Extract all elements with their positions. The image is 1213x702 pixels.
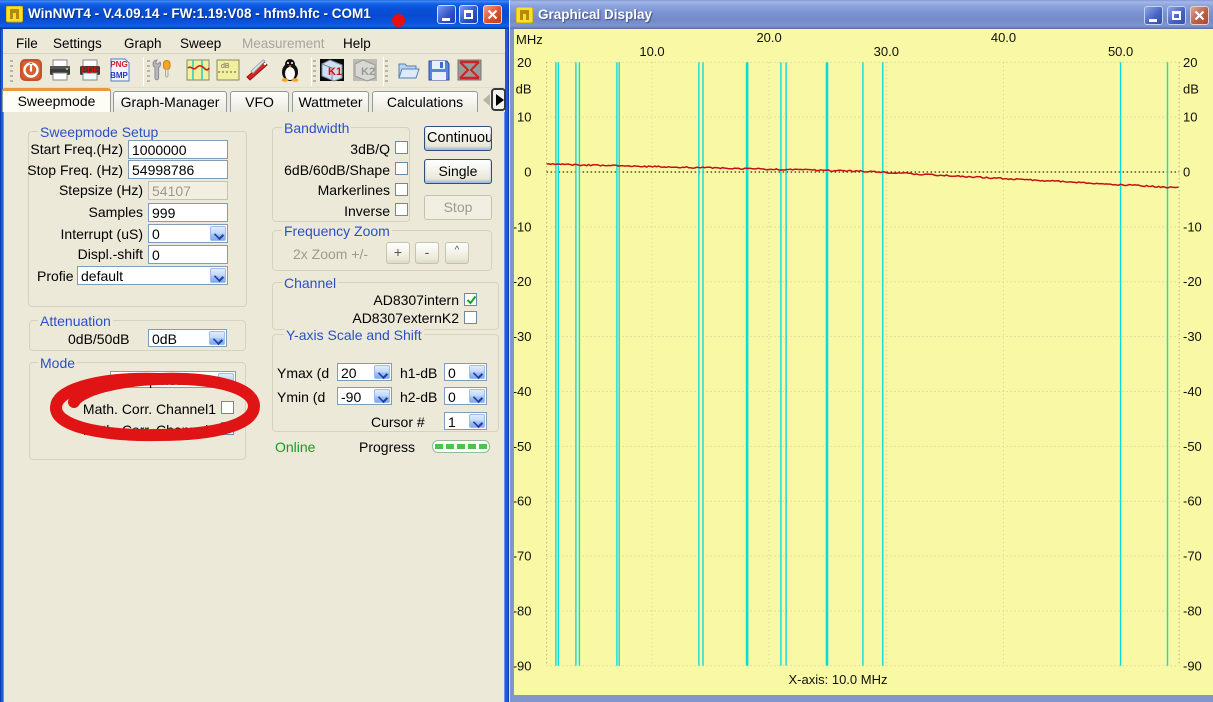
svg-text:0: 0 — [1183, 165, 1190, 180]
svg-text:20: 20 — [1183, 55, 1197, 70]
svg-text:K1: K1 — [328, 66, 342, 78]
svg-text:X-axis: 10.0 MHz: X-axis: 10.0 MHz — [789, 672, 888, 687]
svg-text:K2: K2 — [361, 66, 375, 78]
svg-text:-30: -30 — [1183, 329, 1202, 344]
svg-text:-50: -50 — [514, 439, 532, 454]
svg-text:10.0: 10.0 — [639, 44, 664, 59]
svg-text:-10: -10 — [514, 219, 532, 234]
svg-text:-10: -10 — [1183, 219, 1202, 234]
svg-text:PNG: PNG — [110, 60, 127, 69]
svg-text:10: 10 — [517, 110, 531, 125]
svg-text:20.0: 20.0 — [756, 30, 781, 45]
svg-text:-90: -90 — [514, 658, 532, 673]
svg-text:-40: -40 — [1183, 384, 1202, 399]
svg-text:-20: -20 — [1183, 274, 1202, 289]
svg-text:0: 0 — [524, 165, 531, 180]
svg-text:dB: dB — [221, 63, 230, 70]
svg-text:10: 10 — [1183, 110, 1197, 125]
svg-text:50.0: 50.0 — [1108, 44, 1133, 59]
svg-text:40.0: 40.0 — [991, 30, 1016, 45]
svg-text:dB: dB — [516, 82, 532, 97]
svg-text:BMP: BMP — [110, 71, 128, 80]
svg-text:-20: -20 — [514, 274, 532, 289]
svg-text:20: 20 — [517, 55, 531, 70]
svg-text:-30: -30 — [514, 329, 532, 344]
svg-text:-40: -40 — [514, 384, 532, 399]
svg-text:-90: -90 — [1183, 658, 1202, 673]
svg-text:-70: -70 — [1183, 549, 1202, 564]
svg-text:30.0: 30.0 — [874, 44, 899, 59]
svg-text:PDF: PDF — [81, 65, 100, 75]
svg-text:-60: -60 — [1183, 494, 1202, 509]
svg-text:dB: dB — [1183, 82, 1199, 97]
svg-text:-60: -60 — [514, 494, 532, 509]
svg-text:-80: -80 — [1183, 604, 1202, 619]
svg-text:-80: -80 — [514, 604, 532, 619]
svg-text:-70: -70 — [514, 549, 532, 564]
svg-text:-50: -50 — [1183, 439, 1202, 454]
svg-text:MHz: MHz — [516, 32, 543, 47]
